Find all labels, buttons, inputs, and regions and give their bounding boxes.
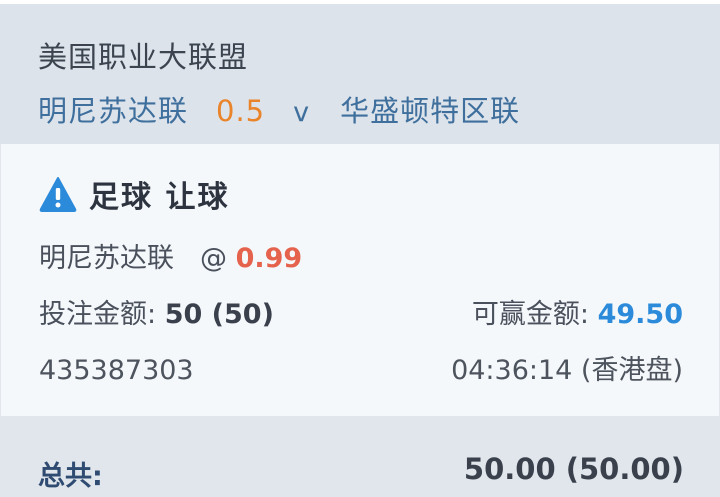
at-symbol: @ (200, 243, 227, 274)
market-label: 足球 让球 (89, 180, 230, 215)
ticket-row: 435387303 04:36:14 (香港盘) (39, 348, 683, 387)
versus-label: v (293, 97, 311, 128)
odds-value: 0.99 (235, 243, 303, 274)
ticket-id: 435387303 (39, 355, 194, 386)
market-title: 足球 让球 (39, 172, 229, 216)
total-bar: 总共: 50.00 (50.00) (0, 416, 720, 497)
stake-row: 投注金额: 50 (50) 可赢金额: 49.50 (39, 292, 683, 331)
handicap-value: 0.5 (216, 94, 266, 128)
total-label: 总共: (38, 461, 103, 492)
away-team: 华盛顿特区联 (340, 94, 521, 128)
stake-label: 投注金额: (39, 299, 157, 330)
selection-row: 明尼苏达联 @ 0.99 (39, 236, 683, 275)
stake-value: 50 (50) (164, 299, 274, 330)
selection-team: 明尼苏达联 (39, 243, 174, 274)
warning-triangle-icon (39, 177, 77, 212)
bet-slip-card: 美国职业大联盟 明尼苏达联 0.5 v 华盛顿特区联 足球 让球 明尼苏达联 @ … (0, 0, 720, 497)
bet-details: 足球 让球 明尼苏达联 @ 0.99 投注金额: 50 (50) 可赢金额: 49… (0, 144, 720, 416)
league-name: 美国职业大联盟 (38, 40, 249, 74)
win-label: 可赢金额: (471, 299, 589, 330)
home-team: 明尼苏达联 (38, 94, 189, 128)
win-value: 49.50 (597, 299, 683, 330)
total-value: 50.00 (50.00) (463, 452, 684, 486)
bet-time: 04:36:14 (香港盘) (451, 355, 683, 386)
matchup: 明尼苏达联 0.5 v 华盛顿特区联 (38, 88, 520, 130)
match-header: 美国职业大联盟 明尼苏达联 0.5 v 华盛顿特区联 (0, 0, 720, 144)
